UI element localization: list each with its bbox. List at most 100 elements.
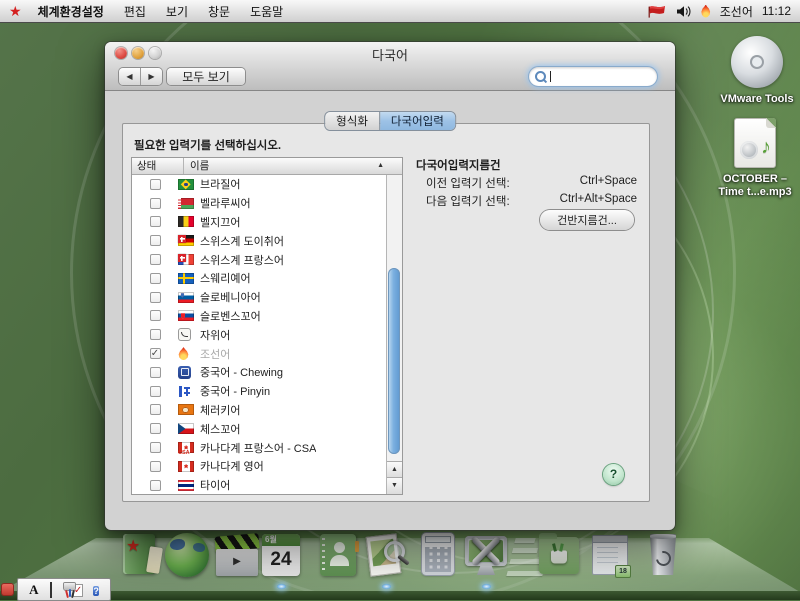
checkbox[interactable] xyxy=(150,329,161,340)
checkbox[interactable] xyxy=(150,367,161,378)
list-item[interactable]: 체스꼬어 xyxy=(132,419,387,438)
table-header: 상태 이름 ▲ xyxy=(132,158,402,175)
list-item[interactable]: 체러키어 xyxy=(132,401,387,420)
list-item[interactable]: 자위어 xyxy=(132,325,387,344)
latin-mode-icon[interactable]: A xyxy=(29,583,38,597)
search-field[interactable] xyxy=(529,67,657,86)
korea-flame-icon xyxy=(178,347,189,360)
column-header-status[interactable]: 상태 xyxy=(132,158,184,174)
instruction-text: 필요한 입력기를 선택하십시오. xyxy=(134,137,281,153)
list-item[interactable]: 중국어 - Chewing xyxy=(132,363,387,382)
disc-icon xyxy=(740,141,758,159)
checkbox[interactable] xyxy=(150,235,161,246)
palette-handle[interactable] xyxy=(2,584,13,595)
speaker-icon[interactable] xyxy=(676,5,692,18)
preferences-window: 다국어 ◀ ▶ 모두 보기 형식화 다국어입력 필요한 입력기를 선택하십시오.… xyxy=(105,42,675,530)
dock-item-contacts[interactable] xyxy=(315,532,361,578)
checkbox[interactable] xyxy=(150,442,161,453)
tab-formatting[interactable]: 형식화 xyxy=(325,112,379,130)
dock-item-planner[interactable]: 18 xyxy=(587,532,633,578)
sort-ascending-icon: ▲ xyxy=(377,158,384,174)
dock-item-browser[interactable] xyxy=(164,532,210,578)
list-item[interactable]: 슬로벤스꼬어 xyxy=(132,307,387,326)
dock-item-calculator[interactable] xyxy=(415,532,461,578)
checkbox[interactable] xyxy=(150,386,161,397)
pane-layout-icon[interactable] xyxy=(50,583,52,597)
checkbox[interactable]: ✓ xyxy=(150,348,161,359)
checkbox[interactable] xyxy=(150,179,161,190)
column-header-name[interactable]: 이름 ▲ xyxy=(184,158,402,174)
stamp-icon[interactable]: ✓ xyxy=(74,582,82,597)
flag-badge: CSA xyxy=(178,451,190,456)
checkbox[interactable] xyxy=(150,216,161,227)
dock-item-bookshelf[interactable]: ★ xyxy=(116,532,162,578)
back-button[interactable]: ◀ xyxy=(119,68,140,85)
input-method-label: 카나다계 영어 xyxy=(200,458,264,474)
list-item[interactable]: 브라질어 xyxy=(132,175,387,194)
dock-item-system-preferences[interactable] xyxy=(463,532,509,578)
list-item[interactable]: CSA 카나다계 프랑스어 - CSA xyxy=(132,438,387,457)
list-item[interactable]: 카나다계 영어 xyxy=(132,457,387,476)
pinyin-icon xyxy=(178,385,191,398)
dock-item-applications-folder[interactable] xyxy=(536,532,582,578)
checkbox[interactable] xyxy=(150,273,161,284)
menu-bar-clock[interactable]: 11:12 xyxy=(762,4,791,18)
cherokee-icon xyxy=(178,404,194,415)
list-item[interactable]: 중국어 - Pinyin xyxy=(132,382,387,401)
menu-item[interactable]: 창문 xyxy=(208,3,230,20)
checkbox[interactable] xyxy=(150,480,161,491)
list-item[interactable]: 스웨리예어 xyxy=(132,269,387,288)
tab-content-panel: 필요한 입력기를 선택하십시오. 상태 이름 ▲ 브라질어벨라루씨어벨지끄어스위… xyxy=(122,123,650,502)
keyboard-shortcuts-button[interactable]: 건반지름건... xyxy=(540,210,634,230)
checkbox[interactable] xyxy=(150,423,161,434)
list-item[interactable]: 스위스계 도이취어 xyxy=(132,231,387,250)
checkbox[interactable] xyxy=(150,461,161,472)
list-item[interactable]: 슬로베니아어 xyxy=(132,288,387,307)
list-item[interactable]: 타이어 xyxy=(132,476,387,494)
dock-item-trash[interactable] xyxy=(640,532,686,578)
korean-input-flame-icon[interactable] xyxy=(701,5,711,18)
dock-item-media-player[interactable]: ▶ xyxy=(214,532,260,578)
dock-item-preview[interactable] xyxy=(363,532,409,578)
list-item[interactable]: ✓ 조선어 xyxy=(132,344,387,363)
scroll-up-button[interactable]: ▲ xyxy=(387,461,402,478)
sweden-icon xyxy=(178,273,194,284)
window-header[interactable]: 다국어 ◀ ▶ 모두 보기 xyxy=(105,42,675,91)
tab-multilingual-input[interactable]: 다국어입력 xyxy=(379,112,455,130)
brazil-icon xyxy=(178,179,194,190)
menu-bar: ★ 체계환경설정 편집 보기 창문 도움말 조선어 11:12 xyxy=(0,0,800,23)
menu-item[interactable]: 도움말 xyxy=(250,3,283,20)
forward-button[interactable]: ▶ xyxy=(140,68,162,85)
palette-help-icon[interactable]: ? xyxy=(93,583,99,597)
menu-item[interactable]: 체계환경설정 xyxy=(38,3,104,20)
scrollbar-thumb[interactable] xyxy=(388,268,400,454)
vertical-scrollbar[interactable]: ▲ ▼ xyxy=(386,175,402,494)
menu-item[interactable]: 편집 xyxy=(124,3,146,20)
input-method-label: 중국어 - Pinyin xyxy=(200,383,270,399)
help-button[interactable]: ? xyxy=(603,464,624,485)
input-method-label: 벨지끄어 xyxy=(200,214,240,230)
scroll-down-button[interactable]: ▼ xyxy=(387,477,402,494)
desktop-icon-october-mp3[interactable]: ♪ OCTOBER – Time t...e.mp3 xyxy=(700,118,800,199)
show-all-button[interactable]: 모두 보기 xyxy=(167,68,245,85)
checkbox[interactable] xyxy=(150,254,161,265)
input-method-label[interactable]: 조선어 xyxy=(720,3,753,20)
input-method-label: 조선어 xyxy=(200,346,230,362)
menu-item[interactable]: 보기 xyxy=(166,3,188,20)
checkbox[interactable] xyxy=(150,292,161,303)
checkbox[interactable] xyxy=(150,404,161,415)
red-star-menu-icon[interactable]: ★ xyxy=(9,3,22,20)
shortcut-row-next: 다음 입력기 선택: Ctrl+Alt+Space xyxy=(426,193,637,208)
list-item[interactable]: 벨라루씨어 xyxy=(132,194,387,213)
search-icon xyxy=(535,71,546,82)
list-item[interactable]: 스위스계 프랑스어 xyxy=(132,250,387,269)
red-flag-icon[interactable] xyxy=(647,4,667,18)
checkbox[interactable] xyxy=(150,198,161,209)
list-item[interactable]: 벨지끄어 xyxy=(132,213,387,232)
desktop-icon-vmware-tools[interactable]: VMware Tools xyxy=(702,36,800,106)
red-star-icon: ★ xyxy=(126,536,140,556)
music-note-icon: ♪ xyxy=(761,136,771,159)
checkbox[interactable] xyxy=(150,310,161,321)
dock-item-calendar[interactable]: 6월24 xyxy=(258,532,304,578)
input-method-label: 카나다계 프랑스어 - CSA xyxy=(200,440,316,456)
